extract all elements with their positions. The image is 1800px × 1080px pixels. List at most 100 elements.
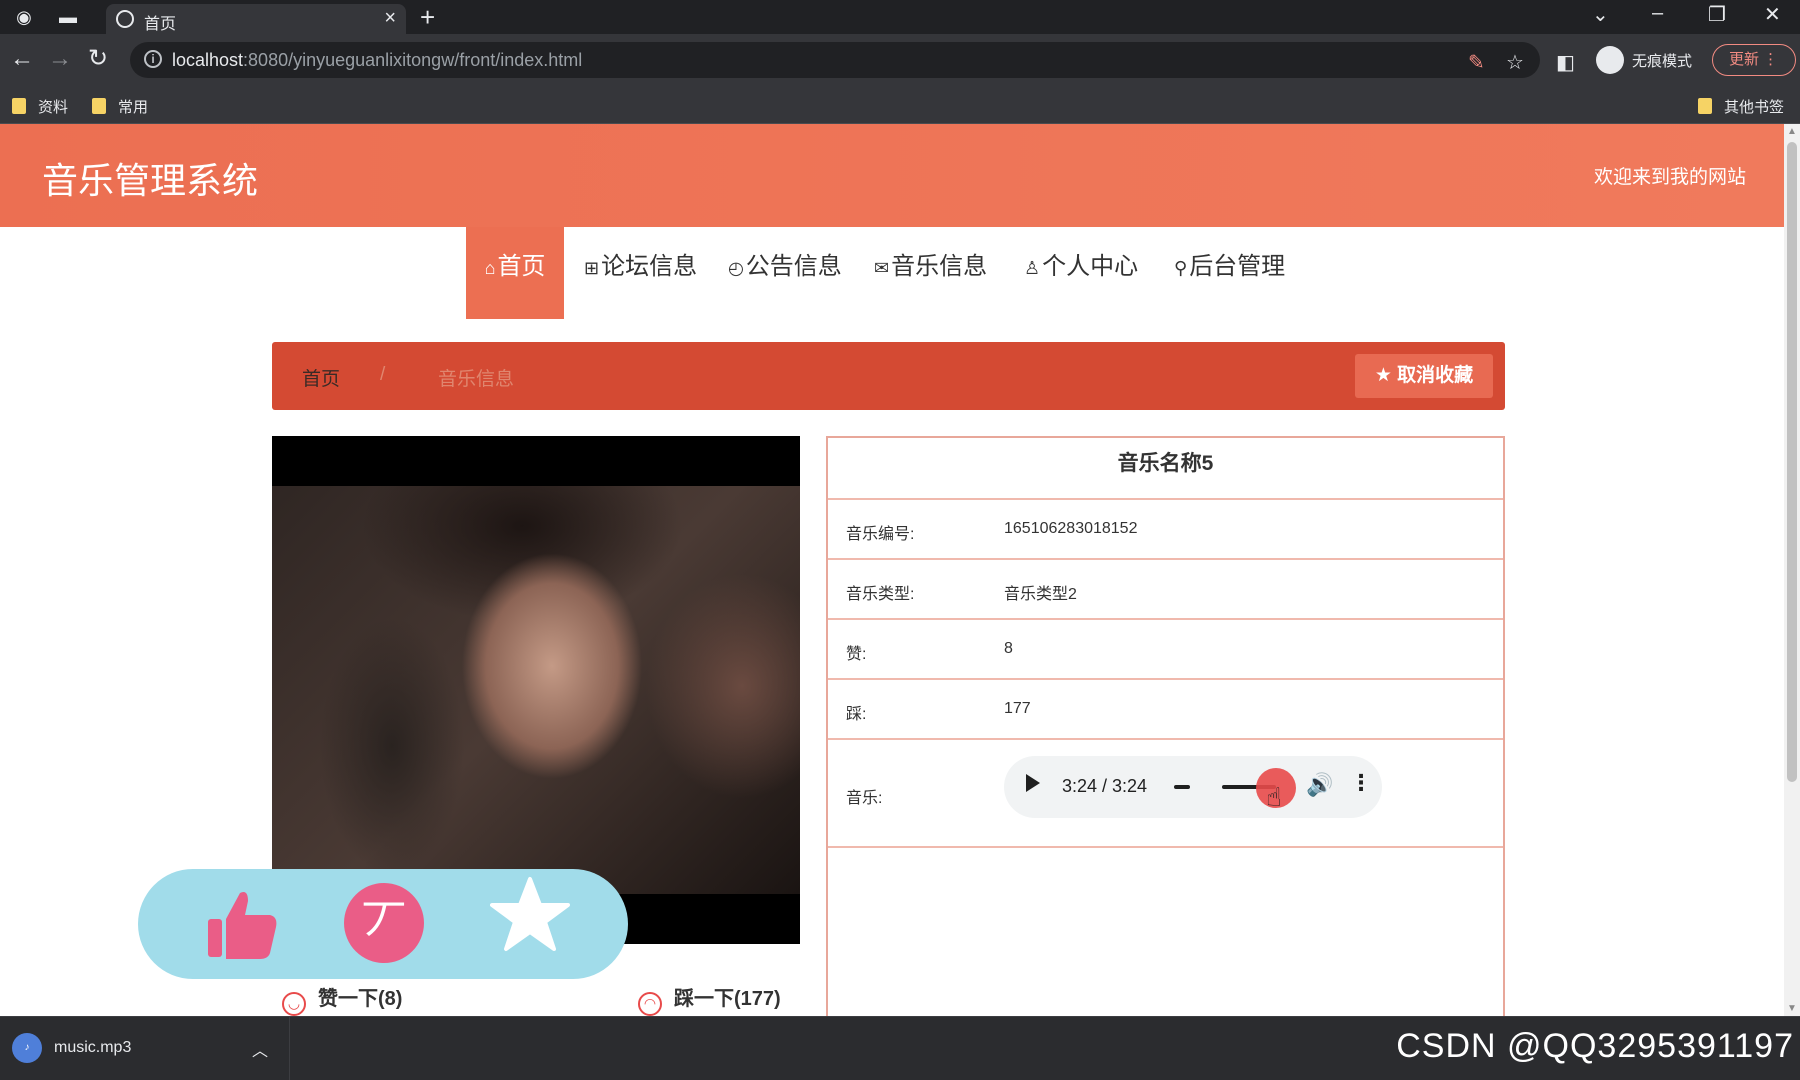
detail-value: 8 bbox=[1004, 640, 1013, 657]
nav-label: 公告信息 bbox=[745, 253, 842, 280]
folder-icon bbox=[1698, 98, 1712, 114]
breadcrumb-home[interactable]: 首页 bbox=[302, 364, 340, 391]
user-icon: ♙ bbox=[1024, 258, 1041, 278]
nav-label: 音乐信息 bbox=[891, 253, 988, 280]
dislike-button[interactable]: ◠ 踩一下(177) bbox=[638, 982, 781, 1016]
detail-row: 踩: 177 bbox=[828, 680, 1503, 740]
notice-icon: ◴ bbox=[728, 258, 744, 278]
detail-label: 踩: bbox=[846, 706, 867, 723]
bookmark-folder-2[interactable]: 常用 bbox=[92, 96, 148, 117]
bookmark-folder-1[interactable]: 资料 bbox=[12, 96, 68, 117]
update-label: 更新 bbox=[1729, 51, 1760, 68]
restore-icon[interactable]: ❐ bbox=[1708, 2, 1726, 27]
other-bookmarks[interactable]: 其他书签 bbox=[1698, 96, 1784, 117]
favorite-star-icon[interactable] bbox=[490, 875, 570, 955]
folder-icon bbox=[12, 98, 26, 114]
audio-player[interactable]: 3:24 / 3:24 ☝ 🔊 ⋮ bbox=[1004, 756, 1382, 818]
audio-file-icon: ♪ bbox=[12, 1033, 42, 1063]
player-time: 3:24 / 3:24 bbox=[1062, 776, 1148, 796]
side-panel-icon[interactable]: ◧ bbox=[1556, 50, 1575, 75]
download-shelf: ♪ music.mp3 ︿ CSDN @QQ3295391197 bbox=[0, 1016, 1800, 1080]
scrollbar-thumb[interactable] bbox=[1787, 142, 1797, 782]
scroll-up-icon[interactable]: ▲ bbox=[1787, 126, 1797, 137]
hand-cursor-icon: ☝ bbox=[1266, 782, 1282, 812]
thumbs-down-icon[interactable]: 丆 bbox=[344, 883, 424, 963]
close-tab-icon[interactable]: × bbox=[384, 7, 396, 30]
chevron-up-icon[interactable]: ︿ bbox=[252, 1037, 268, 1061]
url-input[interactable]: i localhost:8080/yinyueguanlixitongw/fro… bbox=[130, 42, 1540, 78]
detail-label: 赞: bbox=[846, 646, 867, 663]
breadcrumb: 首页 / 音乐信息 ★ 取消收藏 bbox=[272, 342, 1505, 410]
progress-bar[interactable] bbox=[1174, 785, 1190, 789]
dislike-label: 踩一下(177) bbox=[674, 988, 781, 1010]
reload-icon[interactable]: ↻ bbox=[88, 46, 108, 72]
like-label: 赞一下(8) bbox=[318, 988, 403, 1010]
watermark-text: CSDN @QQ3295391197 bbox=[1396, 1027, 1794, 1065]
bookmark-label: 资料 bbox=[38, 99, 69, 116]
nav-label: 首页 bbox=[497, 253, 546, 280]
bookmark-star-icon[interactable]: ☆ bbox=[1506, 50, 1524, 75]
browser-menu-icon[interactable]: ◉ bbox=[12, 6, 36, 28]
detail-label: 音乐类型: bbox=[846, 586, 915, 603]
nav-item-notice[interactable]: ◴公告信息 bbox=[728, 227, 842, 319]
vote-panel: 丆 bbox=[138, 869, 628, 979]
nav-item-home[interactable]: ⌂首页 bbox=[466, 227, 564, 319]
detail-value: 音乐类型2 bbox=[1004, 586, 1077, 603]
music-label: 音乐: bbox=[846, 790, 883, 807]
like-button[interactable]: ◡ 赞一下(8) bbox=[282, 982, 402, 1016]
link-icon: ⚲ bbox=[1174, 258, 1188, 278]
url-path: :8080/yinyueguanlixitongw/front/index.ht… bbox=[243, 50, 583, 70]
nav-item-admin[interactable]: ⚲后台管理 bbox=[1174, 227, 1285, 319]
nav-item-forum[interactable]: ⊞论坛信息 bbox=[584, 227, 697, 319]
smile-icon: ◡ bbox=[282, 992, 306, 1016]
unfavorite-button[interactable]: ★ 取消收藏 bbox=[1355, 354, 1493, 398]
address-bar-row: ← → ↻ i localhost:8080/yinyueguanlixiton… bbox=[0, 34, 1800, 86]
scroll-down-icon[interactable]: ▼ bbox=[1787, 1003, 1797, 1014]
tab-search-icon[interactable]: ⌄ bbox=[1592, 2, 1609, 27]
bookmark-label: 常用 bbox=[118, 99, 149, 116]
play-icon[interactable] bbox=[1026, 774, 1040, 792]
detail-row: 音乐类型: 音乐类型2 bbox=[828, 560, 1503, 620]
volume-icon[interactable]: 🔊 bbox=[1306, 772, 1333, 798]
site-info-icon[interactable]: i bbox=[144, 50, 162, 68]
star-icon: ★ bbox=[1374, 365, 1392, 386]
nav-label: 后台管理 bbox=[1189, 253, 1286, 280]
nav-item-profile[interactable]: ♙个人中心 bbox=[1024, 227, 1138, 319]
minimize-icon[interactable]: – bbox=[1652, 2, 1663, 25]
bookmarks-bar: 资料 常用 其他书签 bbox=[0, 86, 1800, 124]
page-scrollbar[interactable]: ▲ ▼ bbox=[1784, 124, 1800, 1016]
translate-icon[interactable]: ✎ bbox=[1468, 50, 1485, 75]
url-host: localhost bbox=[172, 50, 244, 70]
browser-tab[interactable]: 首页 × bbox=[106, 4, 406, 34]
nav-label: 论坛信息 bbox=[601, 253, 698, 280]
back-icon[interactable]: ← bbox=[10, 46, 34, 72]
download-file-name: music.mp3 bbox=[54, 1039, 132, 1056]
home-icon: ⌂ bbox=[484, 258, 496, 278]
incognito-icon bbox=[1596, 46, 1624, 74]
detail-value: 165106283018152 bbox=[1004, 520, 1138, 537]
browser-tabbar: ◉ ▬ 首页 × + ⌄ – ❐ ✕ bbox=[0, 0, 1800, 34]
nav-label: 个人中心 bbox=[1042, 253, 1139, 280]
breadcrumb-current: 音乐信息 bbox=[438, 369, 515, 390]
site-title: 音乐管理系统 bbox=[42, 160, 259, 201]
tab-overview-icon[interactable]: ▬ bbox=[56, 6, 80, 28]
welcome-text: 欢迎来到我的网站 bbox=[1593, 167, 1746, 188]
close-window-icon[interactable]: ✕ bbox=[1764, 2, 1781, 27]
mail-icon: ✉ bbox=[874, 258, 890, 278]
frown-icon: ◠ bbox=[638, 992, 662, 1016]
site-header: 音乐管理系统 欢迎来到我的网站 bbox=[0, 124, 1784, 227]
url-text: localhost:8080/yinyueguanlixitongw/front… bbox=[172, 50, 582, 71]
forward-icon[interactable]: → bbox=[48, 46, 72, 72]
other-bookmarks-label: 其他书签 bbox=[1724, 99, 1785, 116]
music-cover-image bbox=[272, 436, 800, 944]
detail-row-music: 音乐: 3:24 / 3:24 ☝ 🔊 ⋮ bbox=[828, 740, 1503, 848]
unfavorite-label: 取消收藏 bbox=[1397, 365, 1474, 386]
thumbs-up-icon[interactable] bbox=[200, 883, 280, 963]
more-options-icon[interactable]: ⋮ bbox=[1350, 770, 1372, 796]
folder-icon bbox=[92, 98, 106, 114]
download-item[interactable]: ♪ music.mp3 ︿ bbox=[0, 1017, 290, 1080]
globe-icon bbox=[116, 10, 134, 28]
new-tab-icon[interactable]: + bbox=[420, 2, 435, 33]
update-button[interactable]: 更新 ⋮ bbox=[1712, 44, 1796, 76]
nav-item-music[interactable]: ✉音乐信息 bbox=[874, 227, 987, 319]
